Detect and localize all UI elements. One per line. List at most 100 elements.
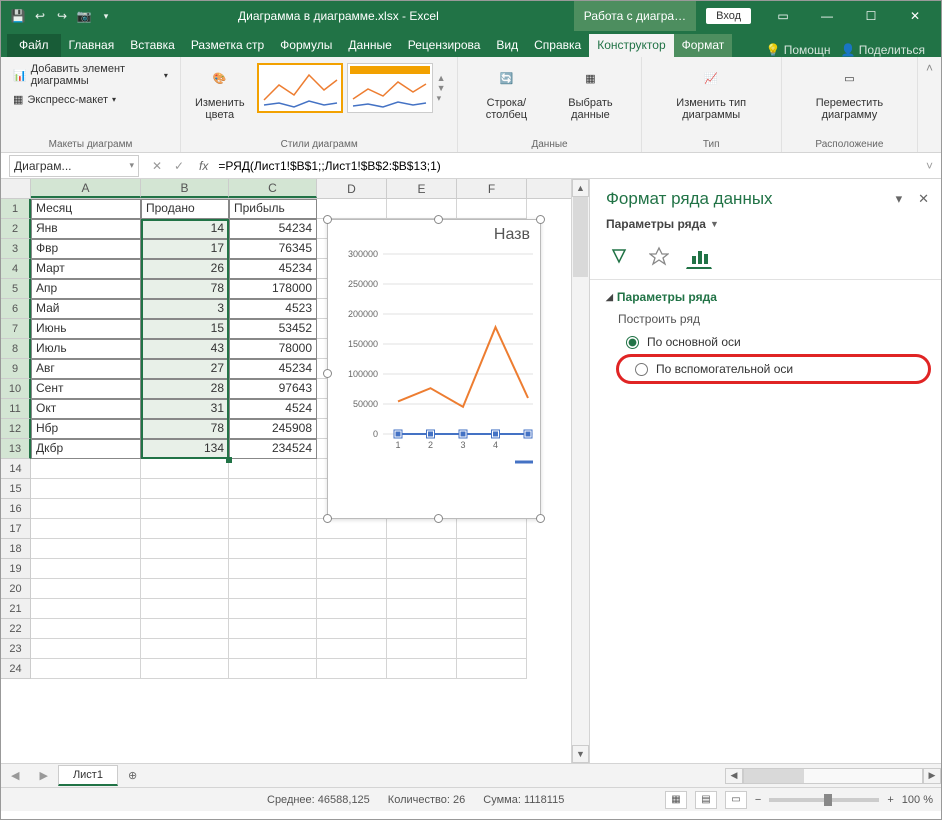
cell[interactable] [141,659,229,679]
page-layout-view-icon[interactable]: ▤ [695,791,717,809]
zoom-level[interactable]: 100 % [902,794,933,806]
cell[interactable]: 3 [141,299,229,319]
cell[interactable] [141,579,229,599]
cell[interactable] [387,619,457,639]
cell[interactable] [317,599,387,619]
taskpane-options-icon[interactable]: ▾ [896,191,903,207]
cell[interactable] [457,639,527,659]
page-break-view-icon[interactable]: ▭ [725,791,747,809]
cell[interactable]: 45234 [229,259,317,279]
cell[interactable]: Месяц [31,199,141,219]
cell[interactable] [31,519,141,539]
tab-data[interactable]: Данные [340,34,399,57]
row-header[interactable]: 12 [1,419,31,439]
tab-view[interactable]: Вид [488,34,526,57]
cell[interactable]: 245908 [229,419,317,439]
cell[interactable] [229,599,317,619]
cell[interactable] [31,579,141,599]
cell[interactable] [229,559,317,579]
row-header[interactable]: 19 [1,559,31,579]
vscroll-thumb[interactable] [573,197,588,277]
cell[interactable] [317,579,387,599]
cell[interactable] [229,639,317,659]
column-header-B[interactable]: B [141,179,229,198]
collapse-ribbon-icon[interactable]: ˄ [918,57,941,152]
undo-icon[interactable]: ↩ [31,7,49,25]
row-header[interactable]: 18 [1,539,31,559]
cell[interactable] [229,579,317,599]
cell[interactable] [457,519,527,539]
cell[interactable]: Фвр [31,239,141,259]
hscroll-thumb[interactable] [744,769,804,783]
cell[interactable] [229,519,317,539]
cell[interactable]: Июль [31,339,141,359]
row-header[interactable]: 11 [1,399,31,419]
cell[interactable] [317,559,387,579]
row-header[interactable]: 13 [1,439,31,459]
cell[interactable] [141,639,229,659]
series-options-tab-icon[interactable] [686,243,712,269]
cell[interactable]: 45234 [229,359,317,379]
cell[interactable]: 234524 [229,439,317,459]
cell[interactable]: Апр [31,279,141,299]
tab-review[interactable]: Рецензирова [400,34,489,57]
tab-help[interactable]: Справка [526,34,589,57]
hscroll-left-icon[interactable]: ◀ [725,768,743,784]
cell[interactable] [141,559,229,579]
tab-formulas[interactable]: Формулы [272,34,340,57]
cell[interactable]: 4524 [229,399,317,419]
add-sheet-icon[interactable]: ⊕ [118,769,147,782]
cell[interactable]: 26 [141,259,229,279]
cell[interactable] [457,599,527,619]
login-button[interactable]: Вход [706,8,751,24]
style-gallery-down-icon[interactable]: ▼ [437,83,446,93]
cell[interactable] [457,199,527,219]
column-header-A[interactable]: A [31,179,141,198]
cell[interactable]: 54234 [229,219,317,239]
taskpane-close-icon[interactable]: ✕ [918,191,929,207]
hscroll-right-icon[interactable]: ▶ [923,768,941,784]
cell[interactable] [387,539,457,559]
row-header[interactable]: 9 [1,359,31,379]
row-header[interactable]: 24 [1,659,31,679]
cell[interactable] [387,519,457,539]
cell[interactable] [31,459,141,479]
cell[interactable] [457,579,527,599]
tab-home[interactable]: Главная [61,34,123,57]
fill-line-tab-icon[interactable] [606,243,632,269]
cell[interactable]: Май [31,299,141,319]
name-box[interactable]: Диаграм...▾ [9,155,139,177]
secondary-axis-radio[interactable]: По вспомогательной оси [625,359,922,379]
close-button[interactable]: ✕ [893,1,937,31]
tab-insert[interactable]: Вставка [122,34,183,57]
cell[interactable] [31,479,141,499]
cell[interactable]: Дкбр [31,439,141,459]
cell[interactable]: 53452 [229,319,317,339]
series-options-section[interactable]: ◢Параметры ряда [590,280,941,308]
normal-view-icon[interactable]: ▦ [665,791,687,809]
row-header[interactable]: 5 [1,279,31,299]
cell[interactable] [141,459,229,479]
column-header-D[interactable]: D [317,179,387,198]
cell[interactable] [31,499,141,519]
cell[interactable]: 31 [141,399,229,419]
cell[interactable] [141,539,229,559]
cell[interactable]: 14 [141,219,229,239]
cell[interactable] [31,539,141,559]
switch-row-column-button[interactable]: 🔄 Строка/столбец [468,61,544,123]
scroll-down-icon[interactable]: ▼ [572,745,589,763]
cell[interactable] [387,199,457,219]
cell[interactable]: Янв [31,219,141,239]
cell[interactable]: Авг [31,359,141,379]
formula-input[interactable] [214,155,918,177]
row-header[interactable]: 1 [1,199,31,219]
cell[interactable] [31,599,141,619]
cell[interactable]: 17 [141,239,229,259]
cell[interactable] [141,619,229,639]
sheet-nav-prev-icon[interactable]: ◀ [1,769,29,782]
embedded-chart[interactable]: Назв 30000025000020000015000010000050000… [327,219,541,519]
change-colors-button[interactable]: 🎨 Изменить цвета [191,61,249,123]
chart-style-2[interactable] [347,63,433,113]
row-header[interactable]: 23 [1,639,31,659]
cell[interactable] [317,659,387,679]
